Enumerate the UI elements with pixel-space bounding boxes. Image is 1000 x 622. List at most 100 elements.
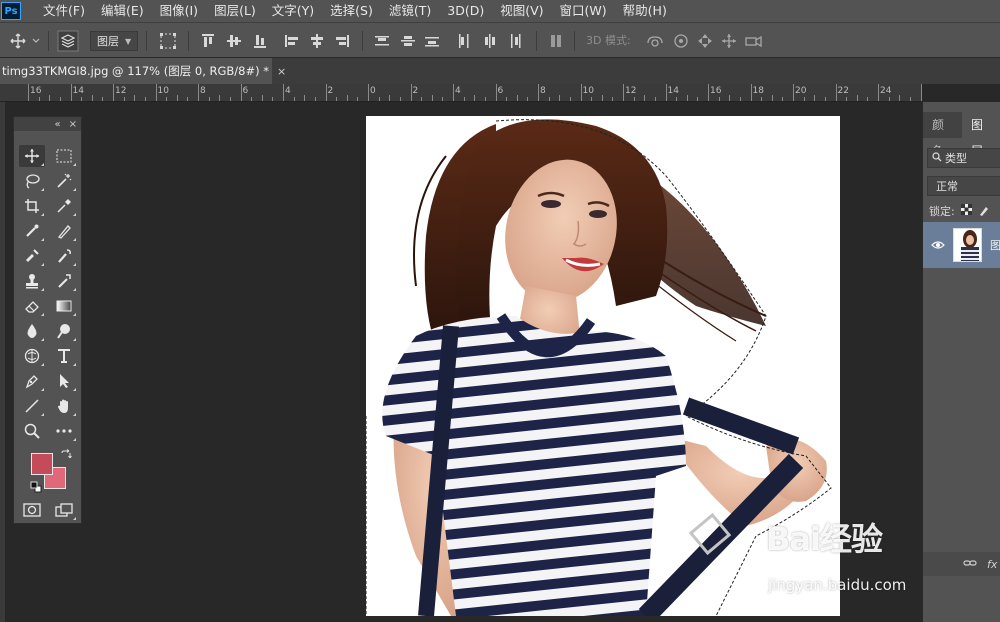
distribute-horizontal-center-icon[interactable] [480,23,500,59]
brush-tool-icon[interactable] [51,220,77,242]
ruler-label: 14 [72,86,84,96]
menu-image[interactable]: 图像(I) [152,0,206,22]
ruler-tick [569,97,571,101]
tab-layers[interactable]: 图层 [962,112,1000,158]
dodge-tool-icon[interactable] [51,320,77,342]
align-vertical-center-icon[interactable] [224,23,244,59]
move-tool-preset-icon[interactable] [8,23,42,59]
3d-pan-icon[interactable] [694,23,716,59]
menu-help[interactable]: 帮助(H) [615,0,675,22]
distribute-top-icon[interactable] [372,23,392,59]
magic-wand-tool-icon[interactable] [51,170,77,192]
quick-mask-icon[interactable] [19,499,45,521]
align-top-icon[interactable] [198,23,218,59]
default-colors-icon[interactable] [28,479,44,495]
menu-file[interactable]: 文件(F) [35,0,93,22]
photo-woman-striped-shirt [366,119,832,616]
ruler-tick [506,97,508,101]
gradient-tool-icon[interactable] [51,295,77,317]
chevron-down-icon: ▼ [125,36,132,46]
ruler-tick [198,84,199,101]
lock-image-pixels-icon[interactable] [978,204,989,219]
lasso-tool-icon[interactable] [19,170,45,192]
blend-mode-dropdown[interactable]: 正常 [927,176,1000,196]
ruler-label: 20 [795,86,807,96]
history-brush-tool-icon[interactable] [51,245,77,267]
menu-3d[interactable]: 3D(D) [439,0,492,22]
clone-stamp-tool-icon[interactable] [19,245,45,267]
screen-mode-icon[interactable] [51,499,77,521]
3d-scale-camera-icon[interactable] [742,23,766,59]
line-tool-icon[interactable] [19,395,45,417]
path-selection-tool-icon[interactable] [51,370,77,392]
align-bottom-icon[interactable] [250,23,270,59]
eyedropper-tool-icon[interactable] [51,195,77,217]
eye-icon[interactable] [931,239,945,253]
layer-row[interactable]: 图 [923,222,1000,268]
collapse-icon[interactable]: « [54,119,60,130]
align-right-icon[interactable] [332,23,352,59]
crop-tool-icon[interactable] [19,195,45,217]
menu-layer[interactable]: 图层(L) [206,0,264,22]
brain-tool-icon[interactable] [19,345,45,367]
3d-roll-icon[interactable] [670,23,692,59]
spot-healing-brush-tool-icon[interactable] [19,220,45,242]
link-layers-icon[interactable] [963,558,977,571]
auto-select-target-dropdown[interactable]: 图层 ▼ [90,31,138,51]
blur-tool-icon[interactable] [19,320,45,342]
ruler-tick [229,97,231,101]
menu-filter[interactable]: 滤镜(T) [381,0,439,22]
rectangular-marquee-tool-icon[interactable] [51,145,77,167]
ruler-tick [208,97,210,101]
layer-effects-button[interactable]: fx [987,558,997,571]
show-transform-controls-icon[interactable] [156,23,180,59]
distribute-vertical-center-icon[interactable] [398,23,418,59]
ruler-tick [304,95,306,101]
document-tab[interactable]: timg33TKMGI8.jpg @ 117% (图层 0, RGB/8#) *… [0,58,286,84]
auto-align-layers-icon[interactable] [546,23,566,59]
art-history-brush-tool-icon[interactable] [51,270,77,292]
layer-filter-dropdown[interactable]: 类型 [927,148,1000,168]
ruler-tick [123,97,125,101]
foreground-color-swatch[interactable] [31,453,53,475]
3d-orbit-icon[interactable] [644,23,666,59]
ruler-tick [293,97,295,101]
distribute-bottom-icon[interactable] [422,23,442,59]
menu-window[interactable]: 窗口(W) [552,0,615,22]
menu-select[interactable]: 选择(S) [322,0,381,22]
auto-select-layers-icon[interactable] [55,23,81,59]
eraser-tool-icon[interactable] [19,295,45,317]
document-canvas[interactable] [366,116,840,616]
distribute-left-icon[interactable] [454,23,474,59]
pen-tool-icon[interactable] [19,370,45,392]
ruler-label: 0 [370,86,376,96]
menu-type[interactable]: 文字(Y) [264,0,322,22]
ruler-tick [909,97,911,101]
move-tool-icon[interactable] [19,145,45,167]
close-icon[interactable]: × [277,65,286,78]
3d-slide-icon[interactable] [718,23,740,59]
hand-tool-icon[interactable] [51,395,77,417]
distribute-right-icon[interactable] [505,23,525,59]
align-horizontal-center-icon[interactable] [307,23,327,59]
tab-color[interactable]: 颜色 [923,112,962,158]
more-tools-icon[interactable] [51,420,77,442]
ruler-tick [856,95,858,101]
canvas-area[interactable] [5,102,922,622]
menu-edit[interactable]: 编辑(E) [93,0,152,22]
ruler-tick [867,97,869,101]
stamp-tool-icon[interactable] [19,270,45,292]
lock-transparent-pixels-icon[interactable] [960,204,972,218]
swap-colors-icon[interactable] [58,447,74,463]
horizontal-ruler: 1614121086420246810121416182022242628 [0,84,922,102]
zoom-tool-icon[interactable] [19,420,45,442]
menu-view[interactable]: 视图(V) [492,0,551,22]
align-left-icon[interactable] [282,23,302,59]
ruler-label: 16 [30,86,42,96]
close-icon[interactable]: × [69,119,77,130]
toolbox-header[interactable]: « × [14,117,81,131]
layers-panel: 颜色 图层 类型 正常 锁定: 图 fx [922,102,1000,622]
auto-select-target-value: 图层 [97,35,119,48]
type-tool-icon[interactable] [51,345,77,367]
ruler-tick [453,84,454,101]
